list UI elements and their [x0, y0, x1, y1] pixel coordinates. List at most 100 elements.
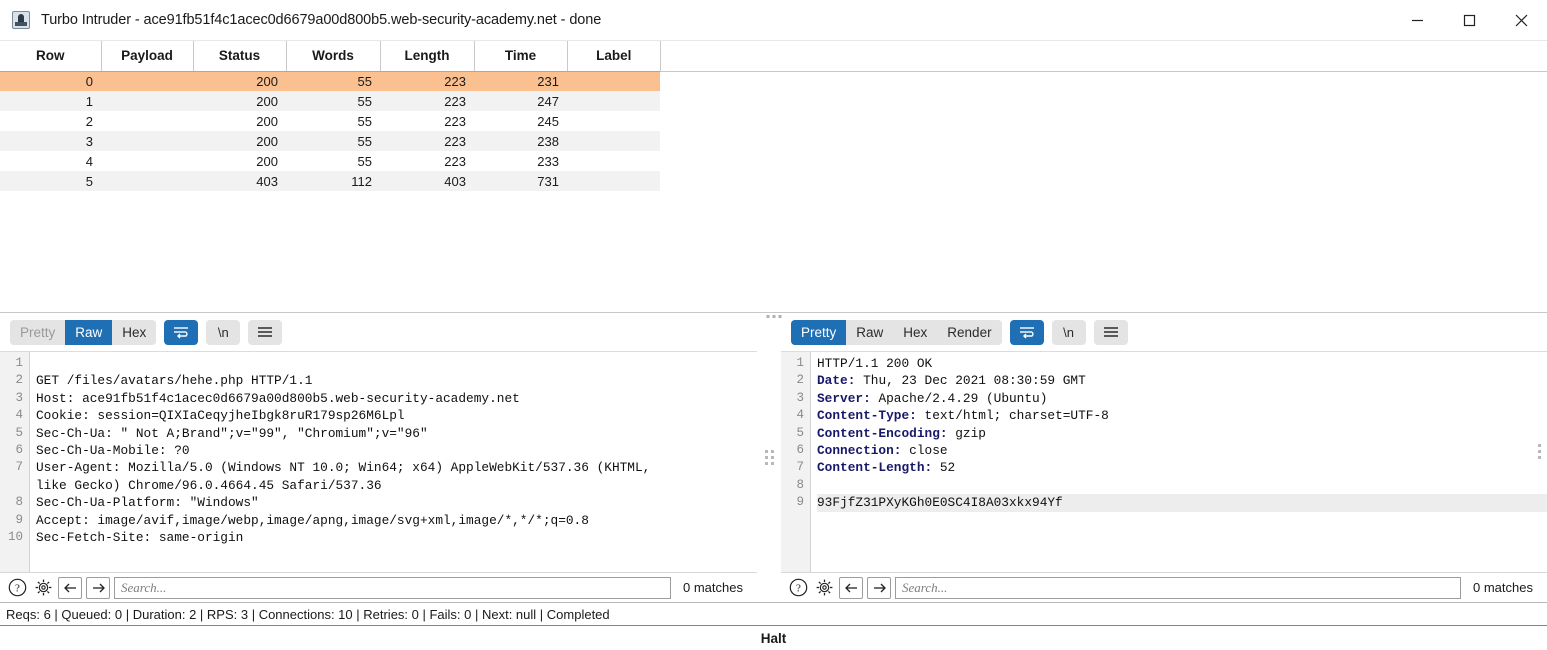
- column-header-label[interactable]: Label: [567, 41, 660, 71]
- column-header-payload[interactable]: Payload: [101, 41, 193, 71]
- code-line: Sec-Ch-Ua: " Not A;Brand";v="99", "Chrom…: [36, 425, 757, 442]
- column-header-time[interactable]: Time: [474, 41, 567, 71]
- table-row[interactable]: 220055223245: [0, 111, 660, 131]
- response-code[interactable]: HTTP/1.1 200 OKDate: Thu, 23 Dec 2021 08…: [811, 352, 1547, 572]
- halt-button[interactable]: Halt: [761, 631, 787, 646]
- column-header-words[interactable]: Words: [286, 41, 380, 71]
- column-divider[interactable]: [101, 41, 102, 71]
- minimize-button[interactable]: [1391, 0, 1443, 41]
- tab-request-pretty[interactable]: Pretty: [10, 320, 65, 345]
- table-header-row: RowPayloadStatusWordsLengthTimeLabel: [0, 41, 660, 71]
- line-number: 6: [781, 442, 810, 459]
- tab-request-hex[interactable]: Hex: [112, 320, 156, 345]
- response-editor[interactable]: 123456789 HTTP/1.1 200 OKDate: Thu, 23 D…: [781, 351, 1547, 572]
- code-line: GET /files/avatars/hehe.php HTTP/1.1: [36, 372, 757, 389]
- header-key: Content-Encoding:: [817, 426, 948, 441]
- close-button[interactable]: [1495, 0, 1547, 41]
- word-wrap-icon[interactable]: [1010, 320, 1044, 345]
- help-icon[interactable]: ?: [6, 577, 28, 599]
- editor-menu-icon[interactable]: [248, 320, 282, 345]
- middle-splitter-handle[interactable]: [766, 315, 781, 318]
- vertical-splitter-handle[interactable]: [757, 313, 781, 602]
- code-line: Content-Length: 52: [817, 459, 1547, 476]
- cell-label: [567, 151, 660, 171]
- request-match-count: 0 matches: [675, 580, 751, 595]
- header-key: Connection:: [817, 443, 901, 458]
- column-divider[interactable]: [474, 41, 475, 71]
- line-number: 3: [781, 390, 810, 407]
- cell-label: [567, 111, 660, 131]
- line-number: 2: [0, 372, 29, 389]
- cell-label: [567, 131, 660, 151]
- cell-length: 403: [380, 171, 474, 191]
- table-row[interactable]: 320055223238: [0, 131, 660, 151]
- request-search-input[interactable]: Search...: [114, 577, 671, 599]
- request-code[interactable]: GET /files/avatars/hehe.php HTTP/1.1Host…: [30, 352, 757, 572]
- svg-text:?: ?: [15, 583, 20, 595]
- tab-response-hex[interactable]: Hex: [893, 320, 937, 345]
- code-line: Content-Type: text/html; charset=UTF-8: [817, 407, 1547, 424]
- cell-row: 0: [0, 71, 101, 91]
- tab-response-render[interactable]: Render: [937, 320, 1001, 345]
- editor-menu-icon[interactable]: [1094, 320, 1128, 345]
- cell-payload: [101, 171, 193, 191]
- code-line: Server: Apache/2.4.29 (Ubuntu): [817, 390, 1547, 407]
- word-wrap-icon[interactable]: [164, 320, 198, 345]
- column-divider[interactable]: [193, 41, 194, 71]
- code-line: Sec-Fetch-Site: same-origin: [36, 529, 757, 546]
- gear-icon[interactable]: [32, 577, 54, 599]
- tab-response-pretty[interactable]: Pretty: [791, 320, 846, 345]
- search-next-button[interactable]: [86, 577, 110, 599]
- search-next-button[interactable]: [867, 577, 891, 599]
- cell-time: 247: [474, 91, 567, 111]
- column-divider[interactable]: [380, 41, 381, 71]
- column-divider[interactable]: [286, 41, 287, 71]
- column-divider[interactable]: [660, 41, 661, 71]
- cell-time: 245: [474, 111, 567, 131]
- request-editor[interactable]: 12345678910 GET /files/avatars/hehe.php …: [0, 351, 757, 572]
- cell-status: 200: [193, 111, 286, 131]
- code-line: Date: Thu, 23 Dec 2021 08:30:59 GMT: [817, 372, 1547, 389]
- tab-response-raw[interactable]: Raw: [846, 320, 893, 345]
- code-line: Content-Encoding: gzip: [817, 425, 1547, 442]
- results-table[interactable]: RowPayloadStatusWordsLengthTimeLabel 020…: [0, 41, 660, 191]
- request-search-bar: ? Search...: [0, 572, 757, 602]
- line-number: 9: [781, 494, 810, 511]
- show-newlines-icon[interactable]: \n: [206, 320, 240, 345]
- cell-row: 5: [0, 171, 101, 191]
- response-scroll-handle[interactable]: [1538, 444, 1541, 459]
- response-search-bar: ? Search...: [781, 572, 1547, 602]
- cell-label: [567, 91, 660, 111]
- table-row[interactable]: 120055223247: [0, 91, 660, 111]
- cell-time: 238: [474, 131, 567, 151]
- column-divider[interactable]: [567, 41, 568, 71]
- gear-icon[interactable]: [813, 577, 835, 599]
- request-view-tabs[interactable]: Pretty Raw Hex: [10, 320, 156, 345]
- cell-row: 1: [0, 91, 101, 111]
- column-header-row[interactable]: Row: [0, 41, 101, 71]
- table-row[interactable]: 420055223233: [0, 151, 660, 171]
- cell-payload: [101, 151, 193, 171]
- header-key: Date:: [817, 373, 855, 388]
- response-view-tabs[interactable]: Pretty Raw Hex Render: [791, 320, 1002, 345]
- table-row[interactable]: 020055223231: [0, 71, 660, 91]
- help-icon[interactable]: ?: [787, 577, 809, 599]
- code-line: User-Agent: Mozilla/5.0 (Windows NT 10.0…: [36, 459, 757, 494]
- response-match-count: 0 matches: [1465, 580, 1541, 595]
- cell-payload: [101, 71, 193, 91]
- header-key: Content-Length:: [817, 460, 932, 475]
- table-row[interactable]: 5403112403731: [0, 171, 660, 191]
- cell-status: 200: [193, 151, 286, 171]
- cell-words: 55: [286, 111, 380, 131]
- column-header-status[interactable]: Status: [193, 41, 286, 71]
- search-prev-button[interactable]: [839, 577, 863, 599]
- response-search-input[interactable]: Search...: [895, 577, 1461, 599]
- maximize-button[interactable]: [1443, 0, 1495, 41]
- cell-status: 403: [193, 171, 286, 191]
- search-prev-button[interactable]: [58, 577, 82, 599]
- show-newlines-icon[interactable]: \n: [1052, 320, 1086, 345]
- column-header-length[interactable]: Length: [380, 41, 474, 71]
- tab-request-raw[interactable]: Raw: [65, 320, 112, 345]
- window-controls: [1391, 0, 1547, 41]
- cell-time: 731: [474, 171, 567, 191]
